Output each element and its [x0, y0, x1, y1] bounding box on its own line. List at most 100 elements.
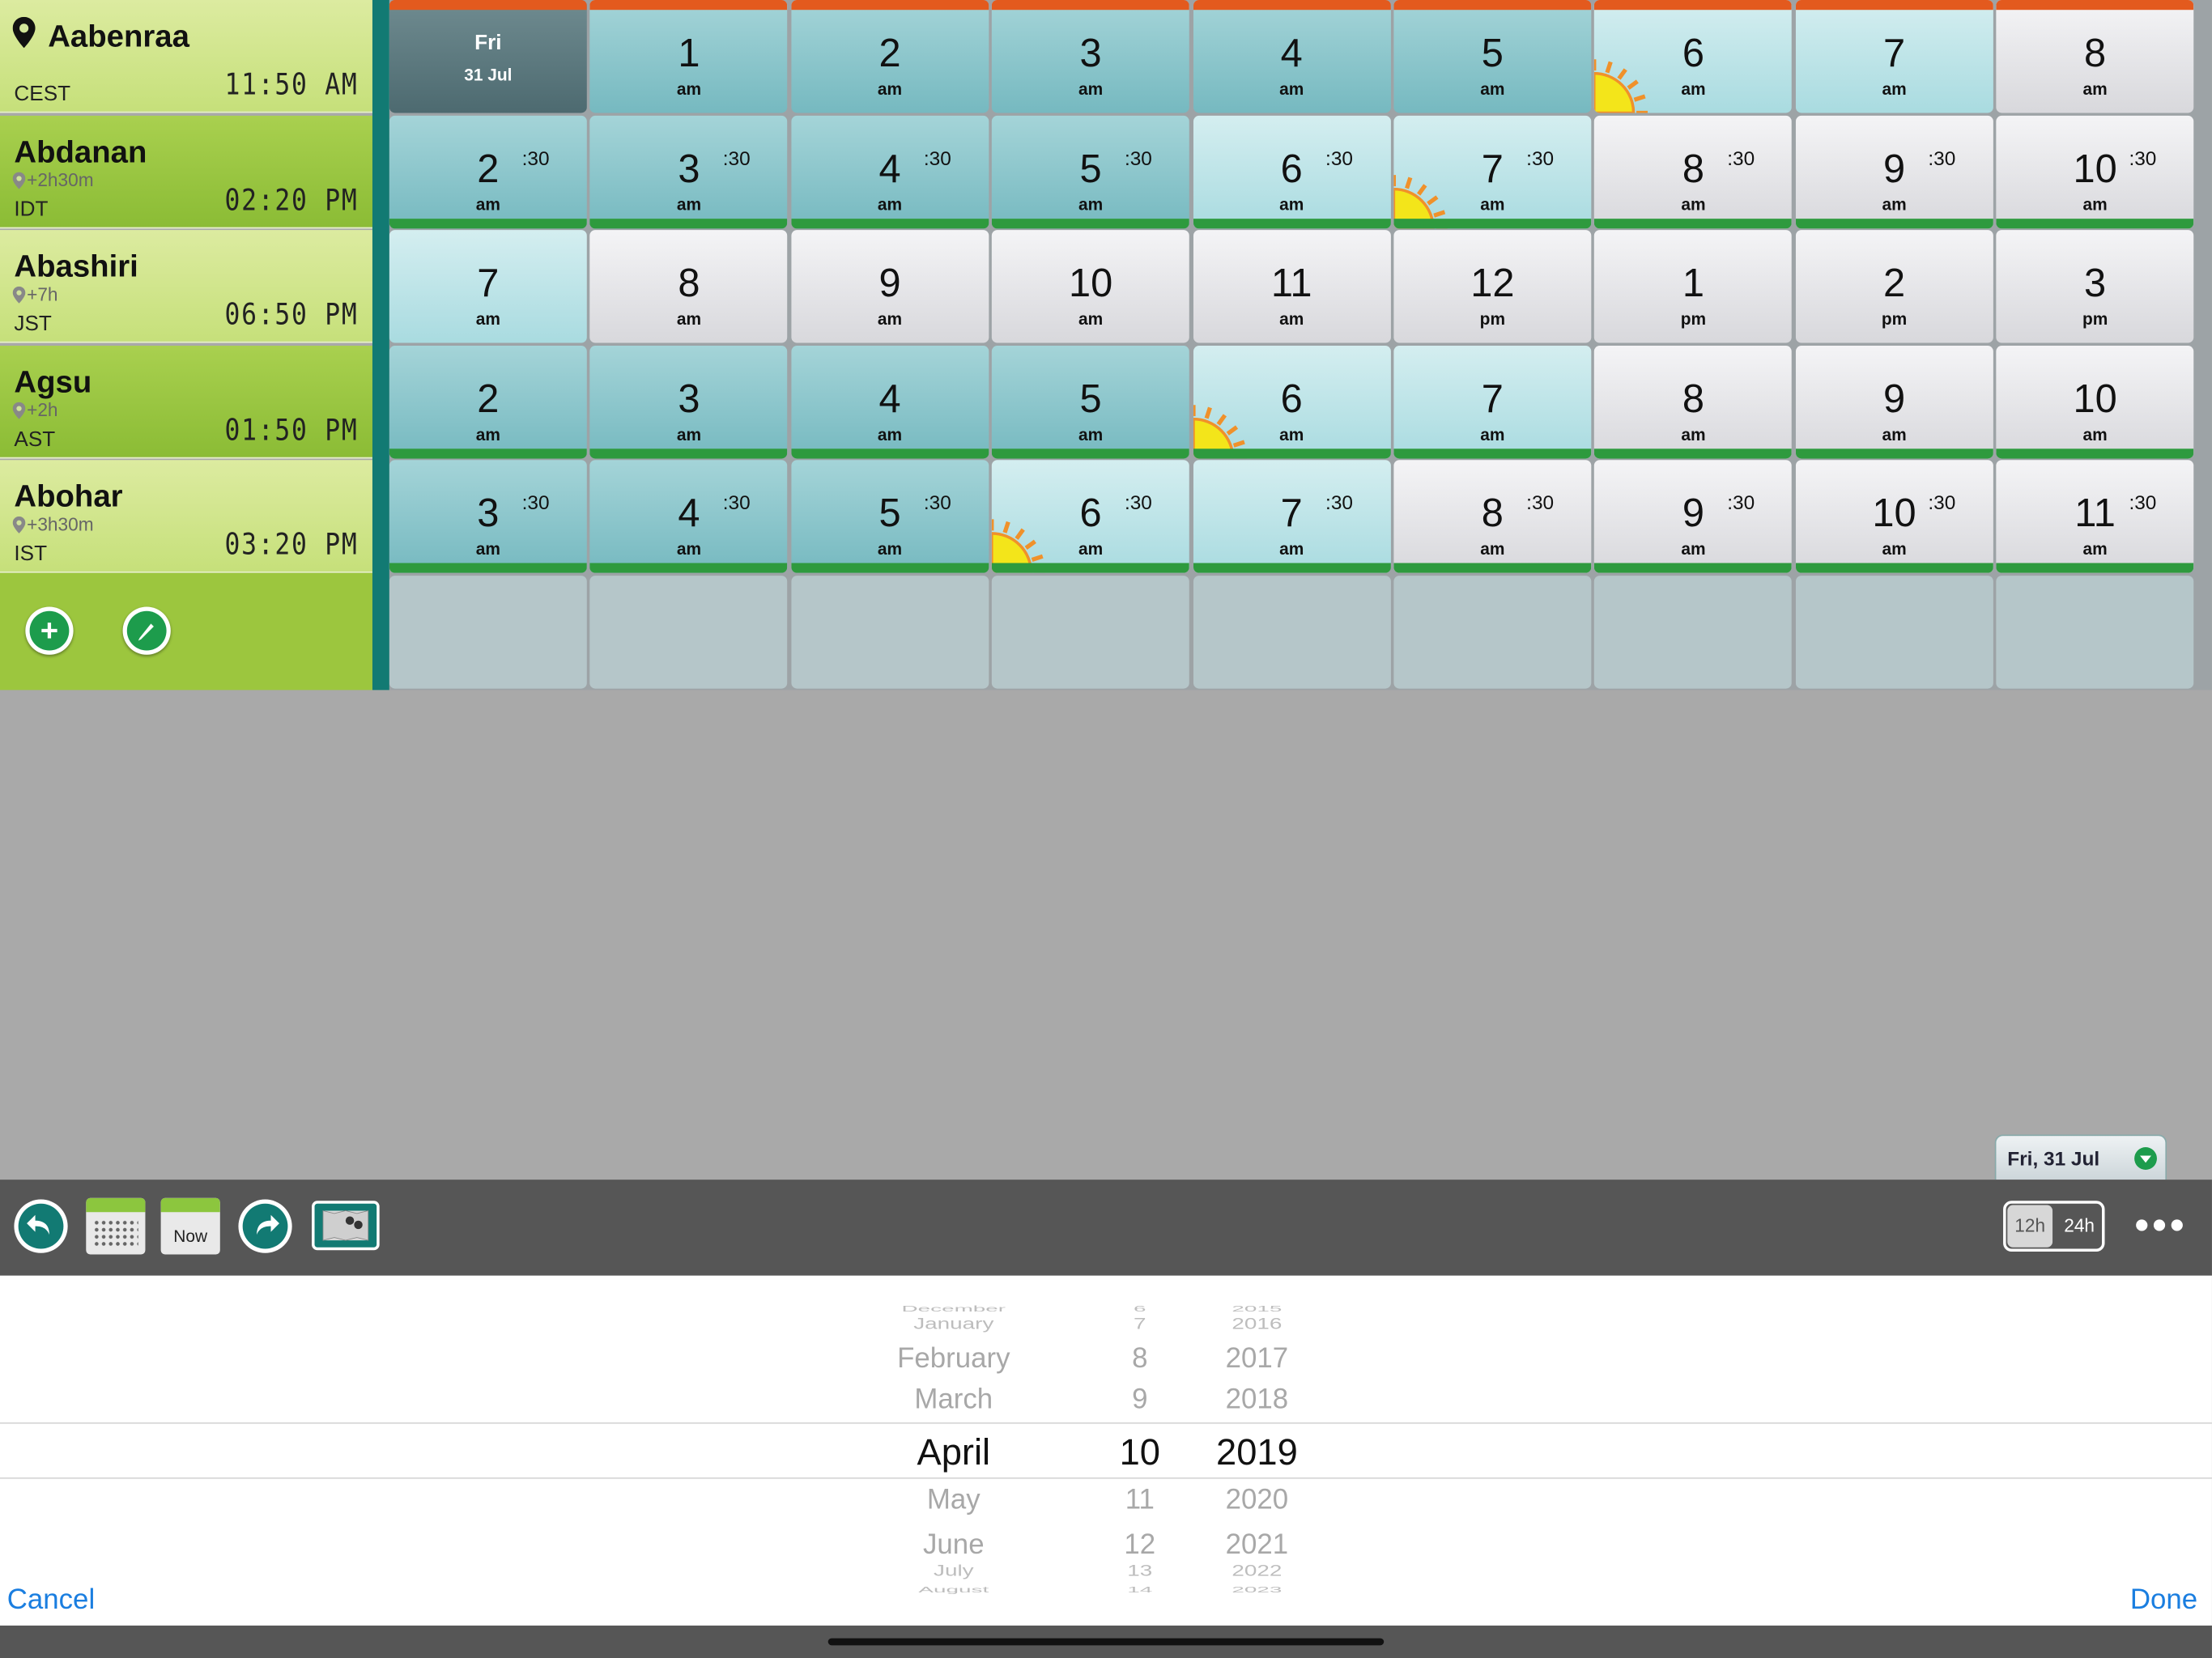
- hour-cell[interactable]: 4 am: [1193, 0, 1391, 113]
- empty-cell[interactable]: [1795, 575, 1993, 688]
- hour-cell[interactable]: 10 am:30: [1795, 460, 1993, 573]
- year-option[interactable]: 2017: [1226, 1343, 1289, 1375]
- hour-cell[interactable]: 3 pm: [1996, 230, 2194, 343]
- year-option[interactable]: 2015: [1231, 1305, 1282, 1314]
- hour-cell[interactable]: 6 am:30: [992, 460, 1190, 573]
- year-option[interactable]: 2019: [1216, 1431, 1298, 1474]
- hour-cell[interactable]: 1 am: [589, 0, 788, 113]
- hour-cell[interactable]: 5 am: [1393, 0, 1592, 113]
- hour-cell[interactable]: 6 am:30: [1193, 115, 1391, 228]
- hour-cell[interactable]: 12 pm: [1393, 230, 1592, 343]
- day-option[interactable]: 9: [1132, 1384, 1147, 1417]
- city-row[interactable]: Agsu +2h AST 01:50 PM: [0, 345, 372, 458]
- empty-cell[interactable]: [1996, 575, 2194, 688]
- city-row[interactable]: Abdanan +2h30m IDT 02:20 PM: [0, 115, 372, 228]
- forward-button[interactable]: [238, 1199, 292, 1253]
- hour-cell[interactable]: 2 am: [389, 345, 587, 458]
- done-button[interactable]: Done: [2130, 1584, 2197, 1617]
- hour-cell[interactable]: 2 am:30: [389, 115, 587, 228]
- month-option[interactable]: January: [913, 1316, 993, 1334]
- now-button[interactable]: Now: [160, 1197, 220, 1255]
- map-button[interactable]: [312, 1201, 380, 1251]
- hour-cell[interactable]: 3 am:30: [389, 460, 587, 573]
- hour-cell[interactable]: 9 am: [791, 230, 989, 343]
- hour-cell[interactable]: 4 am:30: [589, 460, 788, 573]
- month-option[interactable]: August: [918, 1586, 989, 1595]
- empty-cell[interactable]: [1393, 575, 1592, 688]
- home-indicator[interactable]: [827, 1638, 1385, 1646]
- date-tab[interactable]: Fri, 31 Jul: [1994, 1134, 2167, 1180]
- empty-cell[interactable]: [992, 575, 1190, 688]
- hour-cell[interactable]: 8 am: [1594, 345, 1793, 458]
- city-row[interactable]: Aabenraa CEST 11:50 AM: [0, 0, 372, 113]
- hour-cell[interactable]: 7 am: [1795, 0, 1993, 113]
- back-button[interactable]: [14, 1199, 68, 1253]
- empty-cell[interactable]: [589, 575, 788, 688]
- hour-cell[interactable]: 11 am:30: [1996, 460, 2194, 573]
- day-option[interactable]: 11: [1125, 1485, 1155, 1517]
- city-row[interactable]: Abohar +3h30m IST 03:20 PM: [0, 460, 372, 573]
- year-option[interactable]: 2022: [1231, 1563, 1282, 1581]
- hour-cell[interactable]: 11 am: [1193, 230, 1391, 343]
- hour-cell[interactable]: 5 am: [992, 345, 1190, 458]
- empty-cell[interactable]: [791, 575, 989, 688]
- hour-cell[interactable]: 8 am: [589, 230, 788, 343]
- hour-cell[interactable]: 6 am: [1594, 0, 1793, 113]
- month-option[interactable]: December: [901, 1305, 1006, 1314]
- more-options-button[interactable]: •••: [2134, 1205, 2187, 1247]
- day-option[interactable]: 7: [1134, 1316, 1146, 1334]
- day-option[interactable]: 14: [1127, 1586, 1152, 1595]
- hour-cell[interactable]: 9 am: [1795, 345, 1993, 458]
- calendar-button[interactable]: [86, 1197, 146, 1255]
- time-format-toggle[interactable]: 12h 24h: [2003, 1201, 2105, 1252]
- year-option[interactable]: 2020: [1226, 1485, 1289, 1517]
- month-option[interactable]: March: [914, 1384, 993, 1417]
- city-row[interactable]: Abashiri +7h JST 06:50 PM: [0, 230, 372, 343]
- month-option[interactable]: June: [923, 1529, 985, 1562]
- hour-cell[interactable]: 8 am: [1996, 0, 2194, 113]
- hour-cell[interactable]: 3 am:30: [589, 115, 788, 228]
- day-option[interactable]: 8: [1132, 1343, 1147, 1375]
- hour-cell[interactable]: 7 am:30: [1393, 115, 1592, 228]
- edit-cities-button[interactable]: [122, 606, 171, 655]
- hour-cell[interactable]: 5 am:30: [791, 460, 989, 573]
- time-grid[interactable]: Fri 31 Jul 1 am 2 am 3 am 4 am 5 am 6 am 7 am 8 am 2 am:30 3…: [389, 0, 2212, 691]
- month-option[interactable]: April: [917, 1431, 990, 1474]
- cancel-button[interactable]: Cancel: [7, 1584, 95, 1617]
- hour-cell[interactable]: 10 am: [1996, 345, 2194, 458]
- hour-cell[interactable]: 7 am: [1393, 345, 1592, 458]
- month-option[interactable]: May: [927, 1485, 981, 1517]
- hour-cell[interactable]: 3 am: [589, 345, 788, 458]
- day-option[interactable]: 10: [1120, 1431, 1160, 1474]
- month-option[interactable]: February: [897, 1343, 1010, 1375]
- day-option[interactable]: 13: [1127, 1563, 1152, 1581]
- year-option[interactable]: 2018: [1226, 1384, 1289, 1417]
- empty-cell[interactable]: [1193, 575, 1391, 688]
- hour-cell[interactable]: 6 am: [1193, 345, 1391, 458]
- hour-cell[interactable]: 2 am: [791, 0, 989, 113]
- hour-cell[interactable]: 8 am:30: [1393, 460, 1592, 573]
- day-option[interactable]: 12: [1124, 1529, 1155, 1562]
- year-option[interactable]: 2016: [1231, 1316, 1282, 1334]
- hour-cell[interactable]: 5 am:30: [992, 115, 1190, 228]
- empty-cell[interactable]: [389, 575, 587, 688]
- hour-cell[interactable]: 10 am:30: [1996, 115, 2194, 228]
- hour-cell[interactable]: 9 am:30: [1594, 460, 1793, 573]
- hour-cell[interactable]: 10 am: [992, 230, 1190, 343]
- empty-cell[interactable]: [1594, 575, 1793, 688]
- hour-cell[interactable]: 7 am: [389, 230, 587, 343]
- today-cell[interactable]: Fri 31 Jul: [389, 0, 587, 113]
- hour-cell[interactable]: 8 am:30: [1594, 115, 1793, 228]
- hour-cell[interactable]: 4 am:30: [791, 115, 989, 228]
- hour-cell[interactable]: 1 pm: [1594, 230, 1793, 343]
- format-12h-option[interactable]: 12h: [2007, 1205, 2053, 1248]
- month-option[interactable]: July: [934, 1563, 974, 1581]
- add-city-button[interactable]: +: [25, 606, 74, 655]
- date-picker[interactable]: December January February March April May June…: [0, 1275, 2212, 1626]
- hour-cell[interactable]: 4 am: [791, 345, 989, 458]
- year-option[interactable]: 2021: [1226, 1529, 1289, 1562]
- hour-cell[interactable]: 7 am:30: [1193, 460, 1391, 573]
- year-option[interactable]: 2023: [1231, 1586, 1282, 1595]
- hour-cell[interactable]: 9 am:30: [1795, 115, 1993, 228]
- day-option[interactable]: 6: [1134, 1305, 1146, 1314]
